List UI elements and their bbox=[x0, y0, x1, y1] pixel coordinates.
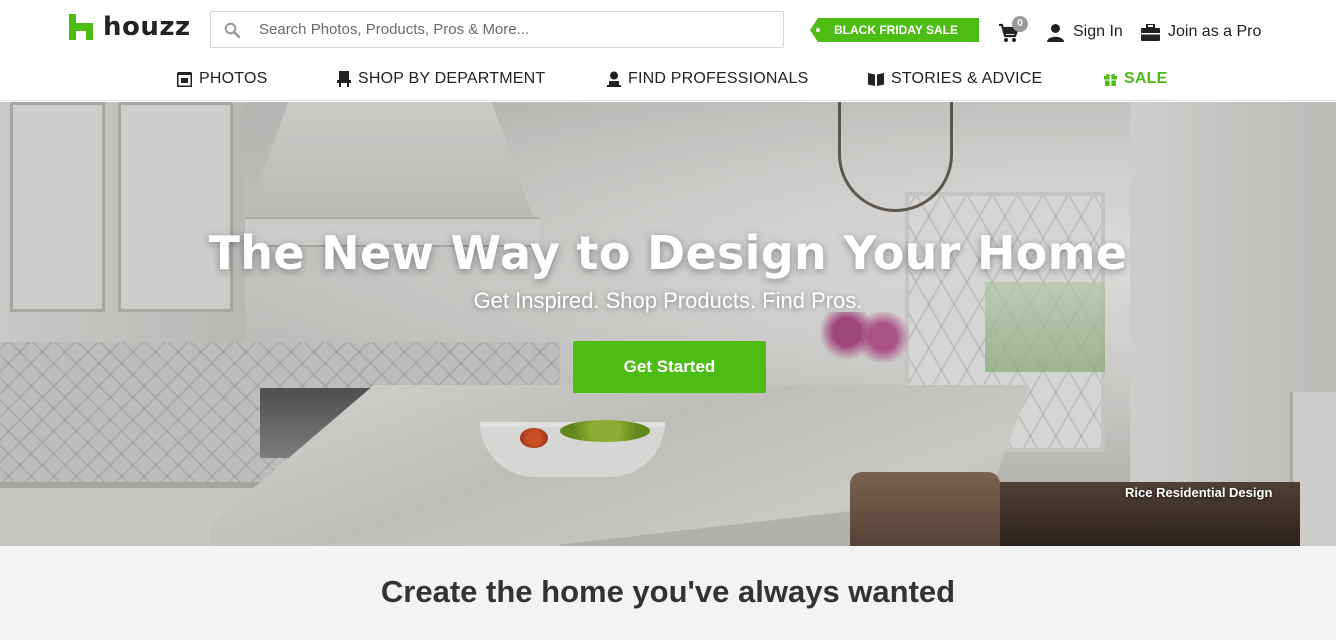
top-header: houzz BLACK FRIDAY SALE 0 Sign In Join a… bbox=[0, 0, 1336, 58]
photo-credit-link[interactable]: Rice Residential Design bbox=[1125, 485, 1272, 500]
nav-item-stories-advice[interactable]: STORIES & ADVICE bbox=[868, 58, 1042, 100]
nav-item-sale[interactable]: SALE bbox=[1104, 58, 1167, 100]
sign-in-label: Sign In bbox=[1073, 23, 1123, 40]
logo-text: houzz bbox=[103, 12, 191, 42]
briefcase-icon bbox=[1141, 23, 1160, 41]
shop-icon bbox=[337, 71, 351, 87]
join-pro-label: Join as a Pro bbox=[1168, 23, 1262, 40]
cart-count-badge: 0 bbox=[1012, 16, 1028, 32]
nav-label-stories: STORIES & ADVICE bbox=[891, 70, 1043, 87]
search-input[interactable] bbox=[247, 13, 767, 46]
nav-label-professionals: FIND PROFESSIONALS bbox=[628, 70, 809, 87]
intro-section: Create the home you've always wanted bbox=[0, 546, 1336, 640]
hero-banner: The New Way to Design Your Home Get Insp… bbox=[0, 102, 1336, 546]
photos-icon bbox=[177, 71, 192, 87]
book-icon bbox=[868, 73, 884, 86]
nav-item-find-professionals[interactable]: FIND PROFESSIONALS bbox=[607, 58, 809, 100]
nav-label-sale: SALE bbox=[1124, 70, 1168, 87]
hero-title: The New Way to Design Your Home bbox=[208, 226, 1128, 280]
search-icon bbox=[211, 12, 247, 47]
nav-label-photos: PHOTOS bbox=[199, 70, 268, 87]
nav-item-shop-by-department[interactable]: SHOP BY DEPARTMENT bbox=[337, 58, 545, 100]
houzz-logo[interactable]: houzz bbox=[69, 12, 191, 42]
get-started-button[interactable]: Get Started bbox=[573, 341, 766, 393]
houzz-logo-icon bbox=[69, 14, 93, 40]
main-navigation: PHOTOS SHOP BY DEPARTMENT FIND PROFESSIO… bbox=[0, 58, 1336, 101]
sign-in-link[interactable]: Sign In bbox=[1046, 20, 1123, 44]
black-friday-sale-badge[interactable]: BLACK FRIDAY SALE bbox=[810, 18, 979, 42]
search-box[interactable] bbox=[210, 11, 784, 48]
nav-label-shop: SHOP BY DEPARTMENT bbox=[358, 70, 546, 87]
join-as-pro-link[interactable]: Join as a Pro bbox=[1141, 20, 1261, 44]
badge-dot-icon bbox=[816, 28, 820, 32]
promo-label: BLACK FRIDAY SALE bbox=[834, 23, 959, 37]
professional-icon bbox=[607, 71, 621, 87]
nav-item-photos[interactable]: PHOTOS bbox=[177, 58, 267, 100]
gift-icon bbox=[1104, 73, 1117, 86]
hero-subtitle: Get Inspired. Shop Products. Find Pros. bbox=[473, 288, 863, 313]
section-heading: Create the home you've always wanted bbox=[380, 574, 956, 609]
user-icon bbox=[1047, 23, 1064, 42]
